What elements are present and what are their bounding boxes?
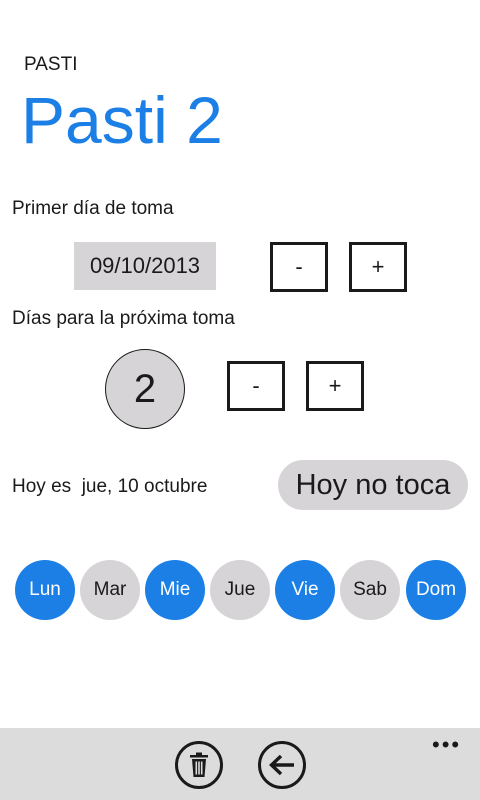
app-bar	[0, 728, 480, 800]
trash-icon	[190, 752, 208, 777]
day-jue[interactable]: Jue	[210, 560, 270, 620]
first-dose-date-field[interactable]: 09/10/2013	[74, 242, 216, 290]
today-status-button[interactable]: Hoy no toca	[278, 460, 468, 510]
today-text: Hoy es jue, 10 octubre	[12, 476, 207, 498]
day-mie[interactable]: Mie	[145, 560, 205, 620]
interval-plus-button[interactable]: +	[306, 361, 364, 411]
delete-button[interactable]	[175, 741, 223, 789]
day-vie[interactable]: Vie	[275, 560, 335, 620]
app-title: PASTI	[24, 54, 78, 75]
date-minus-button[interactable]: -	[270, 242, 328, 292]
back-arrow-icon	[269, 754, 294, 776]
more-menu-button[interactable]: •••	[432, 732, 461, 758]
back-button[interactable]	[258, 741, 306, 789]
day-lun[interactable]: Lun	[15, 560, 75, 620]
day-sab[interactable]: Sab	[340, 560, 400, 620]
date-plus-button[interactable]: +	[349, 242, 407, 292]
page-title: Pasti 2	[21, 83, 223, 157]
today-prefix: Hoy es	[12, 476, 72, 497]
interval-minus-button[interactable]: -	[227, 361, 285, 411]
interval-label: Días para la próxima toma	[12, 308, 235, 329]
interval-value: 2	[105, 349, 185, 429]
today-date: jue, 10 octubre	[81, 476, 208, 497]
day-mar[interactable]: Mar	[80, 560, 140, 620]
day-dom[interactable]: Dom	[406, 560, 466, 620]
first-dose-label: Primer día de toma	[12, 198, 174, 219]
